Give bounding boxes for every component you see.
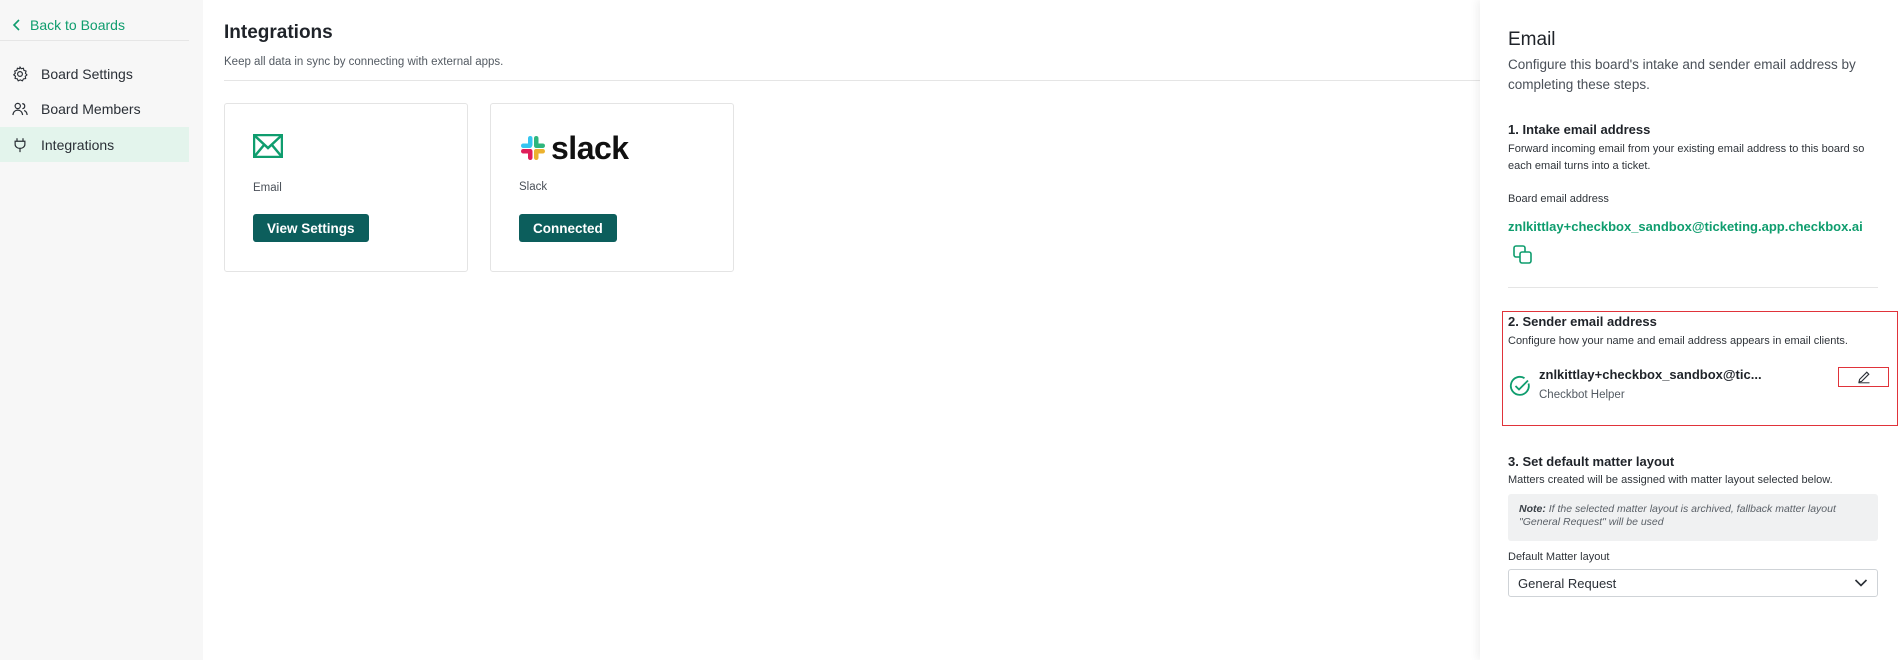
page-subtitle: Keep all data in sync by connecting with… — [224, 56, 504, 68]
panel-description: Configure this board's intake and sender… — [1508, 57, 1856, 92]
intake-section-description: Forward incoming email from your existin… — [1508, 143, 1865, 172]
sender-display-name: Checkbot Helper — [1539, 389, 1625, 401]
sidebar-item-label: Board Members — [41, 100, 141, 117]
sidebar: Back to Boards Board Settings Board Memb… — [0, 0, 203, 660]
slack-card-label: Slack — [519, 181, 548, 193]
users-icon — [12, 102, 28, 115]
back-to-boards-label: Back to Boards — [30, 17, 125, 33]
slack-hash-icon — [521, 136, 545, 160]
layout-section-description: Matters created will be assigned with ma… — [1508, 474, 1833, 486]
slack-logo: slack — [519, 132, 629, 164]
sender-email-address: znlkittlay+checkbox_sandbox@tic... — [1539, 367, 1762, 382]
panel-title: Email — [1508, 29, 1556, 50]
layout-note: Note: If the selected matter layout is a… — [1508, 494, 1878, 541]
view-settings-button[interactable]: View Settings — [253, 214, 369, 242]
sidebar-item-board-members[interactable]: Board Members — [0, 91, 189, 126]
default-layout-label: Default Matter layout — [1508, 551, 1610, 563]
main-content: Integrations Keep all data in sync by co… — [203, 0, 1480, 660]
copy-icon[interactable] — [1512, 244, 1534, 266]
panel-divider — [1508, 287, 1878, 288]
default-layout-value: General Request — [1518, 575, 1617, 591]
slack-wordmark: slack — [551, 130, 629, 166]
pencil-icon — [1857, 371, 1870, 384]
note-text: If the selected matter layout is archive… — [1519, 503, 1836, 528]
envelope-icon — [253, 134, 283, 158]
email-settings-panel: Email Configure this board's intake and … — [1480, 0, 1902, 660]
note-label: Note: — [1519, 503, 1546, 515]
edit-sender-button[interactable] — [1838, 367, 1889, 387]
sidebar-item-integrations[interactable]: Integrations — [0, 127, 189, 162]
intake-section-title: 1. Intake email address — [1508, 122, 1651, 137]
gear-icon — [13, 65, 28, 81]
sidebar-divider — [0, 40, 189, 41]
back-to-boards-link[interactable]: Back to Boards — [12, 17, 125, 33]
layout-section-title: 3. Set default matter layout — [1508, 454, 1675, 469]
sender-section-title: 2. Sender email address — [1508, 314, 1657, 329]
chevron-left-icon — [12, 19, 20, 31]
email-card-label: Email — [253, 182, 282, 194]
plug-icon — [14, 137, 26, 152]
check-circle-icon — [1509, 375, 1530, 396]
slack-integration-card: slack Slack Connected — [490, 103, 734, 272]
email-integration-card: Email View Settings — [224, 103, 468, 272]
page-title: Integrations — [224, 22, 333, 43]
sidebar-item-board-settings[interactable]: Board Settings — [0, 56, 189, 91]
chevron-down-icon — [1854, 579, 1868, 587]
board-email-label: Board email address — [1508, 193, 1609, 205]
sender-section-description: Configure how your name and email addres… — [1508, 335, 1848, 347]
header-divider — [224, 80, 1480, 81]
sidebar-item-label: Board Settings — [41, 65, 133, 82]
board-email-address[interactable]: znlkittlay+checkbox_sandbox@ticketing.ap… — [1508, 219, 1863, 234]
connected-button[interactable]: Connected — [519, 214, 617, 242]
sidebar-item-label: Integrations — [41, 136, 115, 153]
default-layout-select[interactable]: General Request — [1508, 569, 1878, 597]
